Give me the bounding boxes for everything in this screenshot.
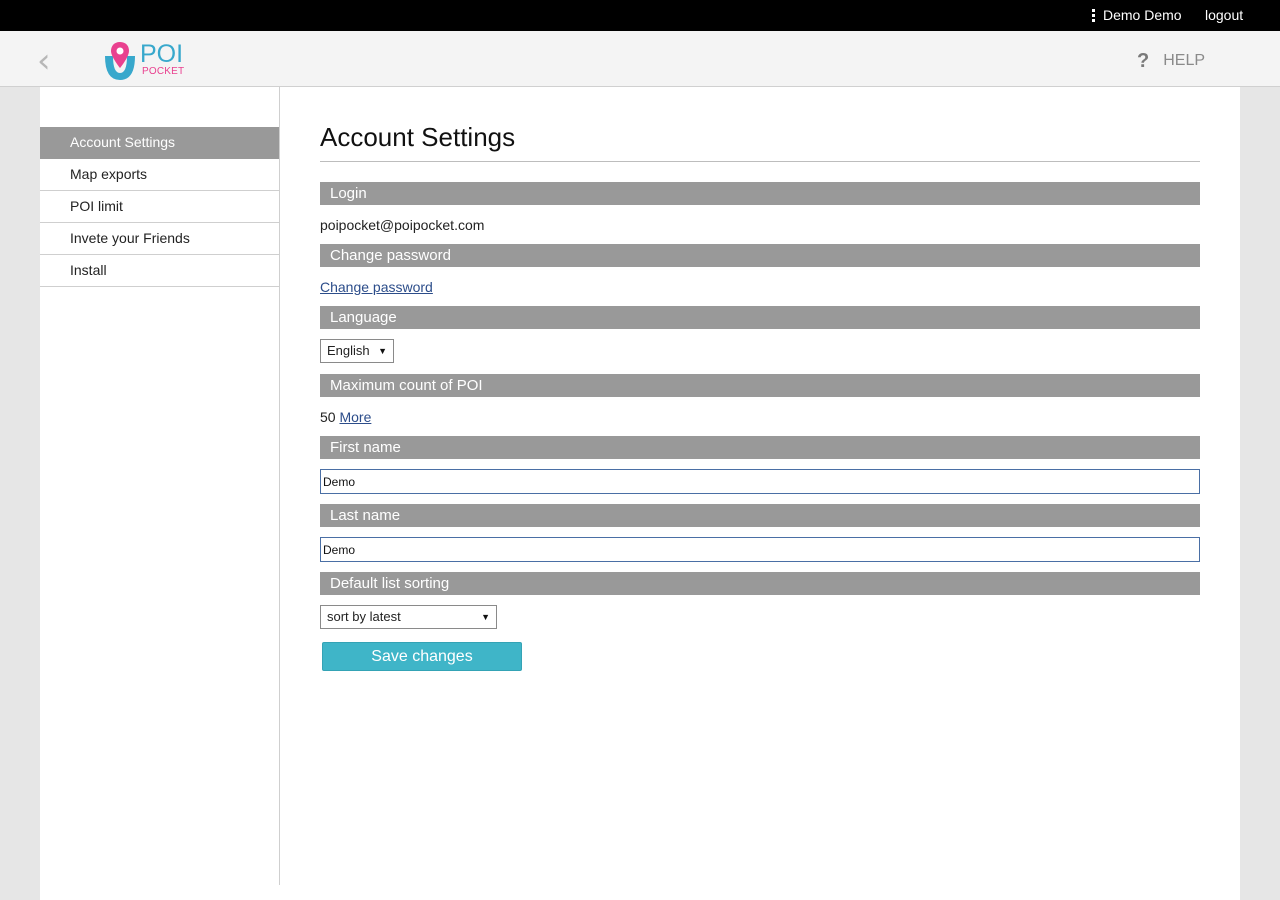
back-chevron-icon[interactable]: ‹ — [37, 41, 51, 81]
sidebar-item-map-exports[interactable]: Map exports — [40, 159, 279, 191]
sidebar-item-account-settings[interactable]: Account Settings — [40, 127, 279, 159]
sorting-select[interactable]: sort by latest ▼ — [320, 605, 497, 629]
sidebar: Account Settings Map exports POI limit I… — [40, 87, 280, 885]
logo[interactable]: POI POCKET — [103, 40, 193, 82]
language-select-value: English — [327, 343, 370, 358]
login-email: poipocket@poipocket.com — [320, 217, 485, 233]
dropdown-arrow-icon: ▼ — [481, 612, 490, 622]
login-heading: Login — [320, 182, 1200, 205]
app-header: ‹ POI POCKET ? HELP — [0, 31, 1280, 87]
last-name-input[interactable] — [320, 537, 1200, 562]
last-name-heading: Last name — [320, 504, 1200, 527]
logo-wordmark: POI — [140, 40, 184, 68]
more-link[interactable]: More — [339, 409, 371, 425]
sidebar-item-invite-friends[interactable]: Invete your Friends — [40, 223, 279, 255]
help-link[interactable]: ? HELP — [1137, 50, 1205, 72]
dropdown-arrow-icon: ▼ — [378, 346, 387, 356]
sorting-heading: Default list sorting — [320, 572, 1200, 595]
max-poi-row: 50 More — [320, 408, 371, 426]
max-poi-heading: Maximum count of POI — [320, 374, 1200, 397]
logout-link[interactable]: logout — [1205, 0, 1243, 31]
sidebar-item-poi-limit[interactable]: POI limit — [40, 191, 279, 223]
first-name-input[interactable] — [320, 469, 1200, 494]
question-icon: ? — [1137, 50, 1150, 72]
language-heading: Language — [320, 306, 1200, 329]
help-label: HELP — [1163, 52, 1206, 69]
user-name: Demo Demo — [1103, 7, 1182, 23]
top-bar: Demo Demo logout — [0, 0, 1280, 31]
change-password-link[interactable]: Change password — [320, 279, 433, 295]
page-title: Account Settings — [320, 122, 1200, 162]
sorting-select-value: sort by latest — [327, 609, 401, 624]
more-vertical-icon — [1092, 9, 1096, 22]
change-password-heading: Change password — [320, 244, 1200, 267]
first-name-heading: First name — [320, 436, 1200, 459]
pin-logo-icon — [105, 42, 135, 80]
save-changes-button[interactable]: Save changes — [322, 642, 522, 671]
user-menu[interactable]: Demo Demo — [1092, 0, 1182, 31]
language-select[interactable]: English ▼ — [320, 339, 394, 363]
sidebar-item-install[interactable]: Install — [40, 255, 279, 287]
content-panel: Account Settings Map exports POI limit I… — [40, 87, 1240, 900]
sidebar-nav: Account Settings Map exports POI limit I… — [40, 127, 279, 287]
max-poi-value: 50 — [320, 409, 336, 425]
logo-subtitle: POCKET — [142, 66, 185, 77]
